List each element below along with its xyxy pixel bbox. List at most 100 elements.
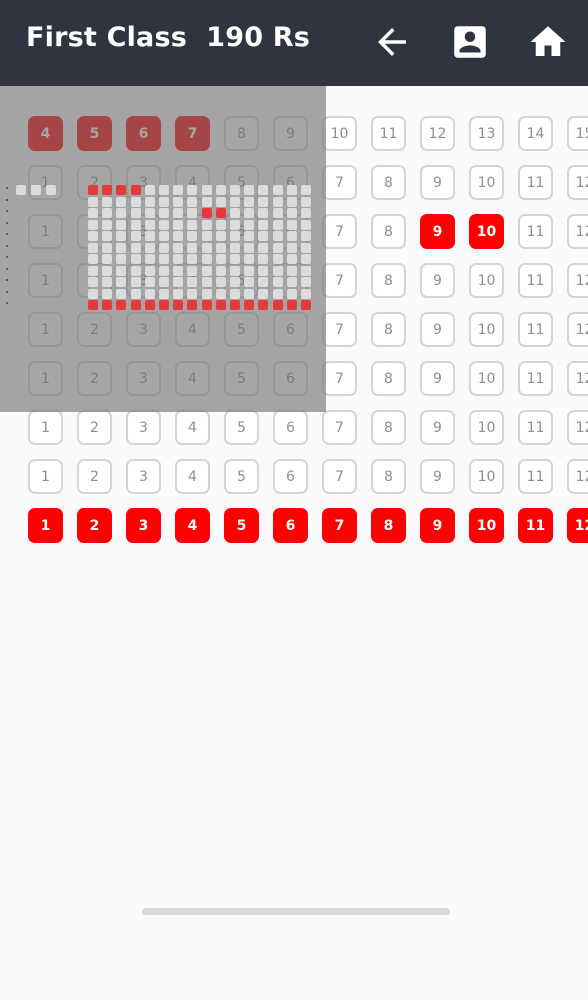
seat[interactable]: 10 (469, 361, 504, 396)
overview-seat (88, 300, 98, 310)
seat[interactable]: 12 (567, 312, 588, 347)
seat[interactable]: 8 (371, 410, 406, 445)
seat[interactable]: 11 (518, 165, 553, 200)
seat[interactable]: 9 (420, 312, 455, 347)
contact-button[interactable] (449, 21, 491, 63)
seat[interactable]: 10 (469, 263, 504, 298)
seat[interactable]: 2 (77, 508, 112, 543)
seat[interactable]: 10 (469, 312, 504, 347)
seat[interactable]: 10 (469, 459, 504, 494)
seat[interactable]: 9 (420, 410, 455, 445)
overview-seat (187, 242, 198, 253)
seat[interactable]: 10 (469, 410, 504, 445)
seat[interactable]: 6 (273, 410, 308, 445)
seat[interactable]: 4 (175, 410, 210, 445)
seat[interactable]: 7 (322, 165, 357, 200)
seat[interactable]: 10 (322, 116, 357, 151)
overview-seat (102, 288, 113, 299)
seat[interactable]: 1 (28, 459, 63, 494)
overview-seat (215, 277, 226, 287)
seat[interactable]: 12 (567, 361, 588, 396)
seat[interactable]: 8 (371, 312, 406, 347)
seat[interactable]: 6 (273, 459, 308, 494)
seat[interactable]: 8 (371, 459, 406, 494)
seat[interactable]: 1 (28, 410, 63, 445)
seat[interactable]: 7 (322, 263, 357, 298)
seat-map-overview[interactable] (0, 86, 326, 412)
seat[interactable]: 4 (175, 508, 210, 543)
seat[interactable]: 9 (420, 263, 455, 298)
overview-seat (173, 196, 184, 207)
seat[interactable]: 8 (371, 165, 406, 200)
seat[interactable]: 10 (469, 214, 504, 249)
seat[interactable]: 7 (322, 508, 357, 543)
seat[interactable]: 5 (224, 459, 259, 494)
seat[interactable]: 5 (224, 508, 259, 543)
seat[interactable]: 7 (322, 361, 357, 396)
seat[interactable]: 1 (28, 508, 63, 543)
overview-seat (130, 277, 141, 287)
seat[interactable]: 9 (420, 165, 455, 200)
seat[interactable]: 8 (371, 361, 406, 396)
overview-seat (201, 254, 212, 264)
seat[interactable]: 9 (420, 508, 455, 543)
seat[interactable]: 7 (322, 312, 357, 347)
overview-seat (102, 231, 113, 241)
overview-seat (159, 219, 169, 230)
seat[interactable]: 11 (518, 361, 553, 396)
seat[interactable]: 3 (126, 459, 161, 494)
overview-seat (173, 208, 184, 218)
back-button[interactable] (371, 21, 413, 63)
seat[interactable]: 9 (420, 361, 455, 396)
scroll-handle[interactable] (142, 908, 450, 915)
seat[interactable]: 4 (175, 459, 210, 494)
seat[interactable]: 3 (126, 508, 161, 543)
overview-seat (144, 196, 155, 207)
seat[interactable]: 11 (371, 116, 406, 151)
seat[interactable]: 15 (567, 116, 588, 151)
seat[interactable]: 3 (126, 410, 161, 445)
seat[interactable]: 10 (469, 508, 504, 543)
overview-row-marker (6, 198, 8, 201)
seat[interactable]: 14 (518, 116, 553, 151)
seat[interactable]: 9 (420, 459, 455, 494)
seat[interactable]: 13 (469, 116, 504, 151)
seat[interactable]: 11 (518, 459, 553, 494)
seat[interactable]: 8 (371, 508, 406, 543)
seat[interactable]: 12 (567, 214, 588, 249)
seat[interactable]: 11 (518, 508, 553, 543)
seat[interactable]: 12 (567, 165, 588, 200)
overview-seat (286, 254, 297, 264)
seat[interactable]: 12 (567, 508, 588, 543)
seat[interactable]: 12 (420, 116, 455, 151)
seat[interactable]: 10 (469, 165, 504, 200)
seat[interactable]: 12 (567, 459, 588, 494)
seat[interactable]: 7 (322, 459, 357, 494)
overview-seat (286, 288, 297, 299)
seat[interactable]: 2 (77, 410, 112, 445)
overview-seat (88, 208, 98, 218)
seat[interactable]: 11 (518, 410, 553, 445)
seat[interactable]: 11 (518, 263, 553, 298)
seat[interactable]: 7 (322, 214, 357, 249)
overview-seat (301, 185, 311, 195)
seat[interactable]: 11 (518, 214, 553, 249)
seat[interactable]: 12 (567, 410, 588, 445)
seat[interactable]: 8 (371, 263, 406, 298)
overview-seat (258, 242, 269, 253)
home-button[interactable] (527, 21, 569, 63)
overview-seat (258, 208, 269, 218)
seat[interactable]: 7 (322, 410, 357, 445)
overview-seat (301, 300, 311, 310)
overview-seat (244, 277, 255, 287)
overview-seat (230, 196, 240, 207)
seat[interactable]: 9 (420, 214, 455, 249)
seat[interactable]: 2 (77, 459, 112, 494)
seat[interactable]: 11 (518, 312, 553, 347)
seat[interactable]: 6 (273, 508, 308, 543)
seat[interactable]: 12 (567, 263, 588, 298)
seat[interactable]: 5 (224, 410, 259, 445)
overview-seat (201, 265, 212, 276)
overview-seat (159, 265, 169, 276)
seat[interactable]: 8 (371, 214, 406, 249)
